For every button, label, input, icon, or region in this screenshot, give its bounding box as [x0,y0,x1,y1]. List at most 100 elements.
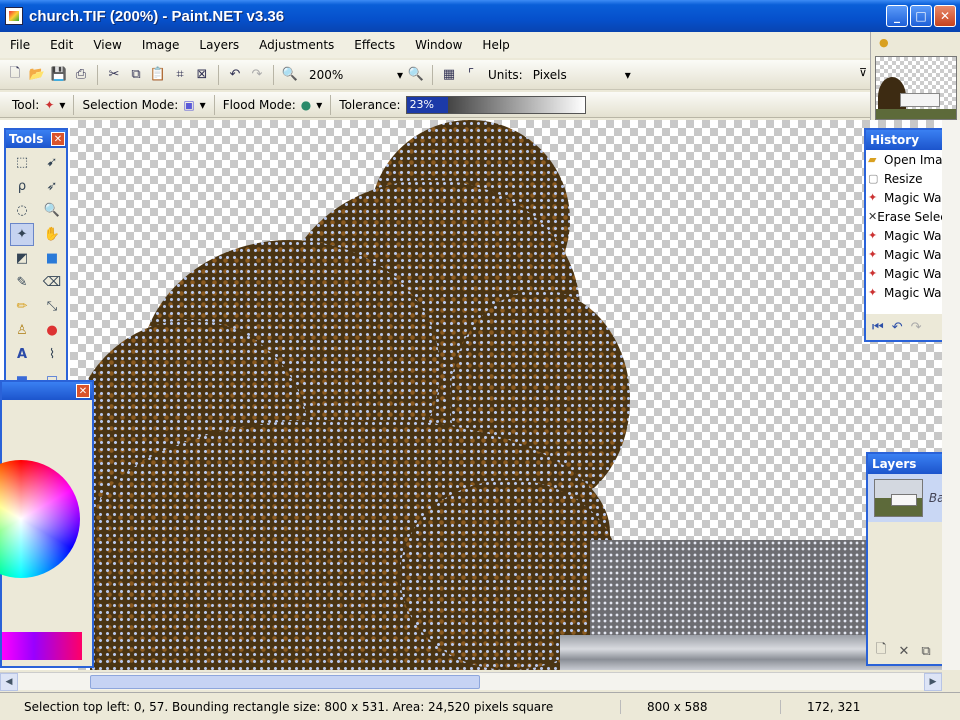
horizontal-scrollbar[interactable]: ◀ ▶ [0,672,942,691]
lasso-select-icon[interactable]: ρ [10,175,34,198]
toolbar-separator [97,64,98,85]
menu-bar: File Edit View Image Layers Adjustments … [0,32,870,58]
scroll-right-icon[interactable]: ▶ [924,673,942,691]
color-wheel[interactable] [0,460,80,578]
tools-window-header[interactable]: Tools ✕ [6,130,66,148]
save-icon[interactable]: 💾 [50,66,68,84]
tolerance-slider[interactable]: 23% [405,95,586,114]
rectangle-select-icon[interactable]: ⬚ [10,151,34,174]
scroll-left-icon[interactable]: ◀ [0,673,18,691]
chevron-down-icon: ▾ [396,67,403,82]
move-selection-icon[interactable]: ➶ [40,175,64,198]
paste-icon[interactable]: 📋 [149,66,167,84]
eraser-icon[interactable]: ⌫ [40,271,64,294]
units-label: Units: [488,67,523,82]
chevron-down-icon[interactable]: ▾ [59,98,65,112]
crop-icon[interactable]: ⌗ [171,66,189,84]
paint-bucket-icon[interactable]: ◩ [10,247,34,270]
pan-icon[interactable]: ✋ [40,223,64,246]
image-thumbnail[interactable] [875,56,957,120]
rulers-icon[interactable]: ⌜ [462,66,480,84]
undo-icon[interactable]: ↶ [226,66,244,84]
text-icon[interactable]: A [10,343,34,366]
redo-icon[interactable]: ↷ [911,320,922,335]
maximize-button[interactable]: □ [910,5,932,27]
vertical-scrollbar[interactable] [942,120,960,670]
menu-image[interactable]: Image [132,38,190,52]
cut-icon[interactable]: ✂ [105,66,123,84]
flood-mode-label: Flood Mode: [222,97,296,112]
close-button[interactable]: ✕ [934,5,956,27]
hue-bar[interactable] [2,632,82,660]
zoom-value: 200% [309,67,344,82]
close-icon[interactable]: ✕ [51,132,65,146]
menu-help[interactable]: Help [472,38,519,52]
pin-icon[interactable]: ● [879,36,889,49]
tool-options-toolbar: Tool: ✦ ▾ Selection Mode: ▣ ▾ Flood Mode… [0,92,870,118]
print-icon[interactable]: ⎙ [72,66,90,84]
recolor-icon[interactable]: ● [40,319,64,342]
copy-icon[interactable]: ⧉ [127,66,145,84]
move-selected-icon[interactable]: ➹ [40,151,64,174]
scrollbar-thumb[interactable] [90,675,480,689]
menu-window[interactable]: Window [405,38,472,52]
magic-wand-icon[interactable]: ✦ [44,98,54,112]
color-picker-icon[interactable]: ⤡ [40,295,64,318]
menu-layers[interactable]: Layers [189,38,249,52]
add-layer-icon[interactable]: 🗋 [876,640,886,662]
grid-icon[interactable]: ▦ [440,66,458,84]
app-icon[interactable] [5,7,23,25]
toolbar-separator [218,64,219,85]
magic-wand-icon: ✦ [868,191,878,204]
magic-wand-icon: ✦ [868,229,878,242]
pencil-icon[interactable]: ✏ [10,295,34,318]
layer-thumbnail [874,479,923,517]
delete-layer-icon[interactable]: ✕ [898,644,909,659]
status-bar: Selection top left: 0, 57. Bounding rect… [0,692,960,720]
menu-adjustments[interactable]: Adjustments [249,38,344,52]
selection-mode-icon[interactable]: ▣ [183,98,194,112]
menu-edit[interactable]: Edit [40,38,83,52]
tools-window-title: Tools [9,132,44,146]
undo-icon[interactable]: ↶ [892,320,903,335]
resize-icon: ▢ [868,172,879,185]
chevron-down-icon: ▾ [624,67,631,82]
magic-wand-icon[interactable]: ✦ [10,223,34,246]
line-curve-icon[interactable]: ⌇ [40,343,64,366]
zoom-out-icon[interactable]: 🔍 [281,66,299,84]
globe-icon[interactable]: ● [301,98,311,112]
duplicate-layer-icon[interactable]: ⧉ [921,644,930,659]
menu-view[interactable]: View [83,38,131,52]
new-file-icon[interactable]: 🗋 [6,66,24,84]
units-select[interactable]: Pixels ▾ [527,65,637,85]
tolerance-label: Tolerance: [339,97,401,112]
zoom-icon[interactable]: 🔍 [40,199,64,222]
redo-icon[interactable]: ↷ [248,66,266,84]
colors-window: ✕ [0,380,94,668]
toolbar-separator [330,94,332,115]
zoom-in-icon[interactable]: 🔍 [407,66,425,84]
rewind-icon[interactable]: ⏮ [872,320,884,335]
selection-mode-label: Selection Mode: [82,97,179,112]
clone-stamp-icon[interactable]: ♙ [10,319,34,342]
window-title: church.TIF (200%) - Paint.NET v3.36 [29,7,285,25]
colors-window-header[interactable]: ✕ [2,382,92,400]
tool-label: Tool: [12,97,40,112]
title-bar: church.TIF (200%) - Paint.NET v3.36 _ □ … [0,0,960,32]
gradient-icon[interactable]: ■ [40,247,64,270]
minimize-button[interactable]: _ [886,5,908,27]
selection-info: Selection top left: 0, 57. Bounding rect… [24,699,554,714]
menu-file[interactable]: File [0,38,40,52]
zoom-select[interactable]: 200% ▾ [303,65,403,85]
chevron-down-icon[interactable]: ▾ [200,98,206,112]
toolbar-separator [73,94,75,115]
close-icon[interactable]: ✕ [76,384,90,398]
deselect-icon[interactable]: ⊠ [193,66,211,84]
chevron-down-icon[interactable]: ▾ [316,98,322,112]
image-canvas[interactable] [70,120,942,670]
open-folder-icon[interactable]: 📂 [28,66,46,84]
paintbrush-icon[interactable]: ✎ [10,271,34,294]
menu-effects[interactable]: Effects [344,38,405,52]
ellipse-select-icon[interactable]: ◌ [10,199,34,222]
collapse-icon[interactable]: ⊽ [859,66,867,79]
